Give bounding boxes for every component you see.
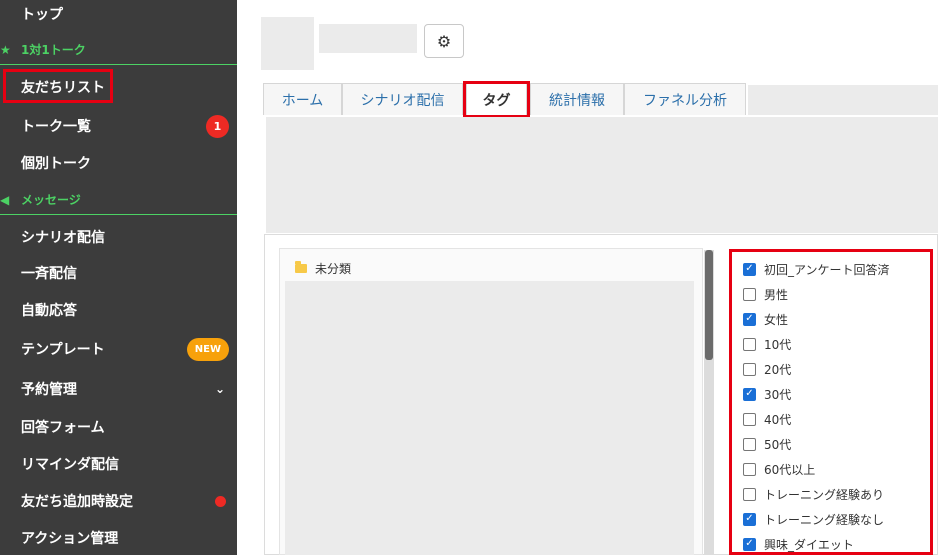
sidebar-item-friend-add-settings[interactable]: 友だち追加時設定 [0, 483, 237, 519]
scrollbar-thumb[interactable] [705, 250, 713, 360]
tab-label: ファネル分析 [643, 92, 727, 109]
tab-label: ホーム [281, 92, 324, 109]
sidebar-item-template[interactable]: テンプレート NEW [0, 331, 237, 367]
section-message: ◀ メッセージ [0, 185, 237, 215]
folder-label: 未分類 [315, 261, 352, 276]
sidebar-item-label: 友だち追加時設定 [21, 494, 133, 510]
tab-scenario[interactable]: シナリオ配信 [342, 83, 463, 115]
checkbox-checked[interactable]: ✓ [743, 312, 756, 326]
sidebar-item-reminder[interactable]: リマインダ配信 [0, 446, 237, 482]
tag-checkbox-row[interactable]: 20代 [743, 359, 791, 379]
tag-label: トレーニング経験なし [764, 512, 885, 527]
new-badge: NEW [186, 337, 229, 361]
tab-funnel[interactable]: ファネル分析 [624, 83, 746, 115]
settings-button[interactable]: ⚙ [424, 24, 464, 58]
sidebar-item-label: テンプレート [21, 342, 105, 358]
folder-content-placeholder [285, 281, 694, 555]
checkbox-unchecked[interactable] [743, 487, 756, 501]
tab-statistics[interactable]: 統計情報 [530, 83, 624, 115]
section-one-to-one-talk: ★ 1対1トーク [0, 35, 237, 65]
tag-checkbox-row[interactable]: 10代 [743, 334, 791, 354]
tag-checkbox-row[interactable]: ✓ 初回_アンケート回答済 [743, 259, 890, 279]
tag-label: 60代以上 [764, 462, 816, 477]
tag-checkbox-row[interactable]: ✓ 興味_ダイエット [743, 534, 854, 554]
tab-label: シナリオ配信 [360, 92, 445, 109]
tab-placeholder [748, 85, 938, 115]
sidebar-item-top[interactable]: トップ [0, 0, 237, 32]
sidebar-item-label: 個別トーク [21, 156, 91, 172]
tag-label: 男性 [764, 287, 789, 302]
highlight-box-friends-list [3, 69, 113, 103]
checkbox-checked[interactable]: ✓ [743, 387, 756, 401]
sidebar-item-label: シナリオ配信 [21, 230, 105, 246]
tag-checkbox-row[interactable]: トレーニング経験あり [743, 484, 884, 504]
sidebar-item-action-management[interactable]: アクション管理 [0, 520, 237, 556]
sidebar-item-reservation[interactable]: 予約管理 ⌄ [0, 371, 237, 407]
checkbox-unchecked[interactable] [743, 412, 756, 426]
folder-item-uncategorized[interactable]: 未分類 [295, 259, 351, 277]
tab-home[interactable]: ホーム [263, 83, 342, 115]
checkbox-unchecked[interactable] [743, 287, 756, 301]
tag-checkbox-row[interactable]: 40代 [743, 409, 791, 429]
sidebar-item-label: 自動応答 [21, 303, 77, 319]
sidebar-item-talk-list[interactable]: トーク一覧 1 [0, 108, 237, 144]
gear-icon: ⚙ [436, 31, 452, 51]
sidebar-item-answer-form[interactable]: 回答フォーム [0, 409, 237, 445]
tag-label: 40代 [764, 412, 792, 427]
sidebar-item-label: トーク一覧 [21, 119, 91, 135]
notification-dot [215, 495, 226, 507]
checkbox-unchecked[interactable] [743, 462, 756, 476]
sidebar-item-individual-talk[interactable]: 個別トーク [0, 145, 237, 181]
megaphone-icon: ◀ [0, 192, 10, 207]
checkbox-unchecked[interactable] [743, 362, 756, 376]
tab-row-placeholder [266, 117, 938, 233]
sidebar-item-scenario[interactable]: シナリオ配信 [0, 219, 237, 255]
checkbox-unchecked[interactable] [743, 337, 756, 351]
sidebar-item-auto-reply[interactable]: 自動応答 [0, 292, 237, 328]
sidebar-item-label: 予約管理 [21, 382, 77, 398]
tag-label: 女性 [764, 312, 789, 327]
checkbox-checked[interactable]: ✓ [743, 262, 756, 276]
sidebar-item-broadcast[interactable]: 一斉配信 [0, 255, 237, 291]
sidebar-item-label: アクション管理 [21, 531, 119, 547]
checkbox-unchecked[interactable] [743, 437, 756, 451]
tag-checkbox-row[interactable]: ✓ トレーニング経験なし [743, 509, 884, 529]
checkbox-checked[interactable]: ✓ [743, 537, 756, 551]
tag-label: 30代 [764, 387, 792, 402]
folder-icon [295, 260, 307, 273]
tag-label: 20代 [764, 362, 792, 377]
section-label: メッセージ [21, 193, 81, 207]
chevron-down-icon: ⌄ [214, 382, 225, 396]
section-label: 1対1トーク [21, 43, 86, 57]
tag-checkbox-row[interactable]: 男性 [743, 284, 788, 304]
checkbox-checked[interactable]: ✓ [743, 512, 756, 526]
tab-label: 統計情報 [549, 92, 605, 109]
sidebar-item-label: リマインダ配信 [21, 457, 119, 473]
tag-checkbox-row[interactable]: ✓ 女性 [743, 309, 788, 329]
tag-checkbox-row[interactable]: 60代以上 [743, 459, 815, 479]
sidebar-item-label: 回答フォーム [21, 420, 105, 436]
avatar [261, 17, 314, 70]
tag-label: 興味_ダイエット [764, 537, 854, 552]
star-icon: ★ [0, 42, 11, 57]
sidebar-item-label: 一斉配信 [21, 266, 77, 282]
tag-label: 50代 [764, 437, 792, 452]
tag-label: 10代 [764, 337, 792, 352]
tag-checkbox-row[interactable]: 50代 [743, 434, 791, 454]
tag-label: トレーニング経験あり [764, 487, 885, 502]
highlight-box-tag-tab [463, 81, 530, 118]
sidebar-item-label: トップ [21, 7, 63, 23]
account-name-placeholder [319, 24, 417, 53]
unread-count-badge: 1 [206, 114, 229, 138]
sidebar: トップ ★ 1対1トーク 友だちリスト トーク一覧 1 個別トーク ◀ メッセー… [0, 0, 237, 555]
tag-label: 初回_アンケート回答済 [764, 262, 890, 277]
tag-checkbox-row[interactable]: ✓ 30代 [743, 384, 791, 404]
